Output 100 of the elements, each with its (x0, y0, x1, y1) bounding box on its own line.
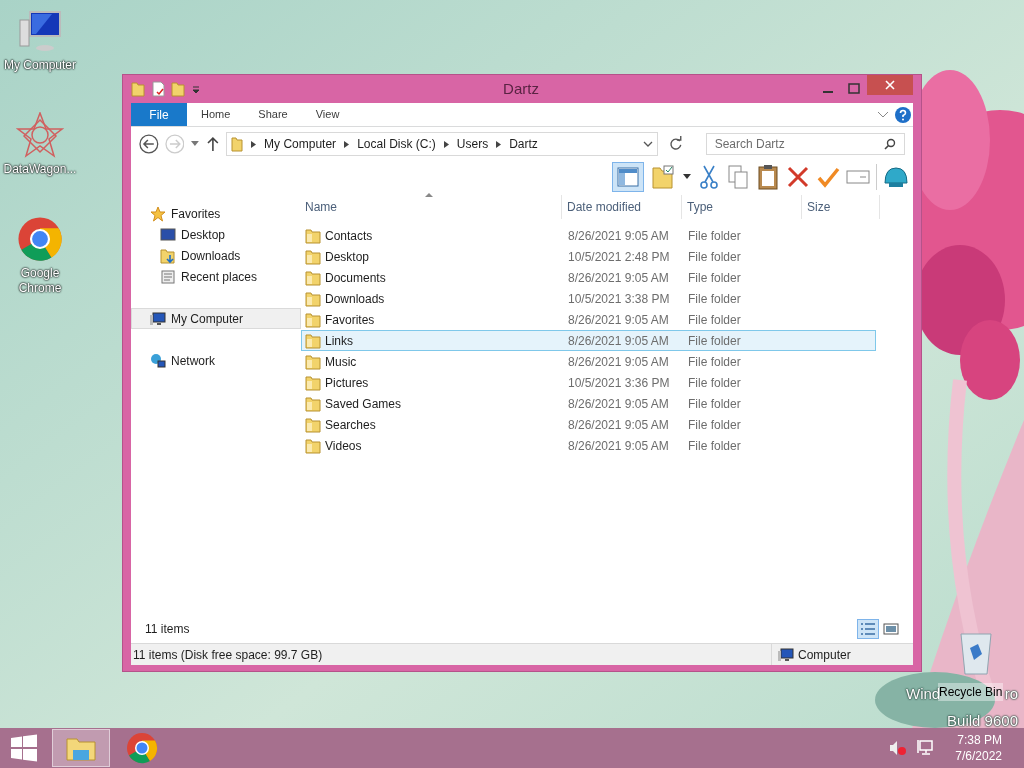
chevron-icon[interactable] (344, 140, 350, 148)
watermark-text: ro (1004, 684, 1018, 704)
type-cell-text: File folder (687, 332, 742, 350)
checkmark-icon[interactable] (816, 165, 840, 189)
file-row[interactable]: Contacts 8/26/2021 9:05 AM File folder (301, 225, 876, 246)
folder-icon (305, 332, 321, 349)
ribbon-tab[interactable]: File (131, 103, 187, 126)
dropdown-icon[interactable] (643, 140, 653, 148)
ribbon-tab[interactable]: Share (244, 103, 302, 126)
help-icon[interactable] (895, 106, 911, 123)
folder-icon[interactable] (131, 81, 145, 97)
ribbon-tab[interactable]: View (301, 103, 354, 126)
file-row[interactable]: Downloads 10/5/2021 3:38 PM File folder (301, 288, 876, 309)
breadcrumb[interactable]: My Computer (264, 135, 337, 153)
properties-icon[interactable] (151, 81, 165, 97)
file-name[interactable]: Favorites (325, 310, 375, 329)
type-cell-text: File folder (687, 374, 742, 392)
download-folder-icon (160, 247, 176, 264)
breadcrumb[interactable]: Users (456, 135, 489, 153)
type-cell-text: File folder (687, 311, 742, 329)
clock-date[interactable]: 7/6/2022 (955, 748, 1002, 764)
chevron-icon[interactable] (443, 140, 449, 148)
network-icon (150, 352, 166, 369)
chevron-icon[interactable] (496, 140, 502, 148)
file-name[interactable]: Links (325, 331, 353, 350)
file-name[interactable]: Downloads (325, 289, 385, 308)
chrome-icon[interactable] (17, 216, 63, 262)
date-cell-text: 8/26/2021 9:05 AM (567, 395, 670, 413)
column-header[interactable]: Name (301, 195, 562, 219)
chrome-icon[interactable] (126, 732, 158, 764)
file-name[interactable]: Desktop (325, 247, 370, 266)
file-row[interactable]: Desktop 10/5/2021 2:48 PM File folder (301, 246, 876, 267)
file-name[interactable]: Pictures (325, 373, 369, 392)
new-folder-icon[interactable] (171, 81, 185, 97)
icon-label[interactable]: Recycle Bin (938, 683, 1004, 701)
computer-icon[interactable] (16, 10, 64, 54)
chevron-icon[interactable] (251, 140, 257, 148)
date-cell-text: 8/26/2021 9:05 AM (567, 227, 670, 245)
date-cell-text: 10/5/2021 2:48 PM (567, 248, 671, 266)
monitor-icon (160, 227, 176, 242)
close-icon[interactable] (885, 80, 895, 90)
column-header[interactable]: Date modified (562, 195, 682, 219)
scissors-icon[interactable] (698, 164, 720, 190)
computer-icon (150, 311, 166, 326)
nav-item[interactable]: Downloads (131, 245, 301, 266)
folder-icon (305, 437, 321, 454)
close-button[interactable] (867, 75, 913, 95)
file-name[interactable]: Videos (325, 436, 362, 455)
nav-item[interactable]: Network (131, 350, 301, 371)
file-row[interactable]: Saved Games 8/26/2021 9:05 AM File folder (301, 393, 876, 414)
file-row[interactable]: Music 8/26/2021 9:05 AM File folder (301, 351, 876, 372)
column-header[interactable]: Size (802, 195, 880, 219)
details-view-button[interactable] (857, 619, 879, 639)
recycle-bin-icon[interactable] (958, 630, 994, 676)
type-cell-text: File folder (687, 416, 742, 434)
file-row[interactable]: Documents 8/26/2021 9:05 AM File folder (301, 267, 876, 288)
nav-item[interactable]: Desktop (131, 224, 301, 245)
clock-time[interactable]: 7:38 PM (957, 732, 1002, 748)
type-cell-text: File folder (687, 227, 742, 245)
file-row[interactable]: Favorites 8/26/2021 9:05 AM File folder (301, 309, 876, 330)
delete-icon[interactable] (786, 165, 810, 189)
network-icon[interactable] (915, 739, 934, 757)
muted-speaker-icon[interactable] (889, 740, 908, 756)
preview-pane-button[interactable] (612, 162, 644, 192)
search-icon[interactable] (884, 138, 896, 150)
file-row[interactable]: Links 8/26/2021 9:05 AM File folder (301, 330, 876, 351)
file-row[interactable]: Searches 8/26/2021 9:05 AM File folder (301, 414, 876, 435)
address-bar[interactable]: My Computer Local Disk (C:) Users Dartz (226, 132, 658, 156)
large-icons-view-icon[interactable] (883, 622, 899, 636)
recent-places-icon (160, 268, 176, 285)
star-icon (150, 205, 166, 222)
file-name[interactable]: Documents (325, 268, 386, 287)
clipboard-icon[interactable] (756, 164, 780, 190)
file-name[interactable]: Saved Games (325, 394, 402, 413)
ribbon-tab[interactable]: Home (187, 103, 245, 126)
file-name[interactable]: Contacts (325, 226, 373, 245)
folder-icon (305, 395, 321, 412)
back-icon[interactable] (139, 134, 159, 154)
computer-icon (778, 647, 794, 662)
search-field[interactable]: Search Dartz (705, 133, 905, 155)
file-name[interactable]: Music (325, 352, 357, 371)
nav-item[interactable]: Favorites (131, 203, 301, 224)
start-icon[interactable] (10, 734, 38, 762)
breadcrumb[interactable]: Dartz (509, 135, 538, 153)
column-header[interactable]: Type (682, 195, 802, 219)
up-arrow-icon[interactable] (206, 136, 221, 152)
search-input[interactable]: Search Dartz (714, 135, 884, 153)
watermark-text: Wind (906, 684, 941, 704)
status-text: 11 items (Disk free space: 99.7 GB) (133, 646, 323, 664)
caret-icon[interactable] (682, 174, 692, 180)
star-logo-icon[interactable] (16, 112, 64, 158)
nav-item[interactable]: My Computer (131, 308, 301, 329)
file-row[interactable]: Videos 8/26/2021 9:05 AM File folder (301, 435, 876, 456)
breadcrumb[interactable]: Local Disk (C:) (357, 135, 436, 153)
window-title: Dartz (502, 78, 540, 99)
nav-item[interactable]: Recent places (131, 266, 301, 287)
file-row[interactable]: Pictures 10/5/2021 3:36 PM File folder (301, 372, 876, 393)
date-cell-text: 8/26/2021 9:05 AM (567, 332, 670, 350)
file-name[interactable]: Searches (325, 415, 376, 434)
folder-icon[interactable] (650, 164, 676, 190)
